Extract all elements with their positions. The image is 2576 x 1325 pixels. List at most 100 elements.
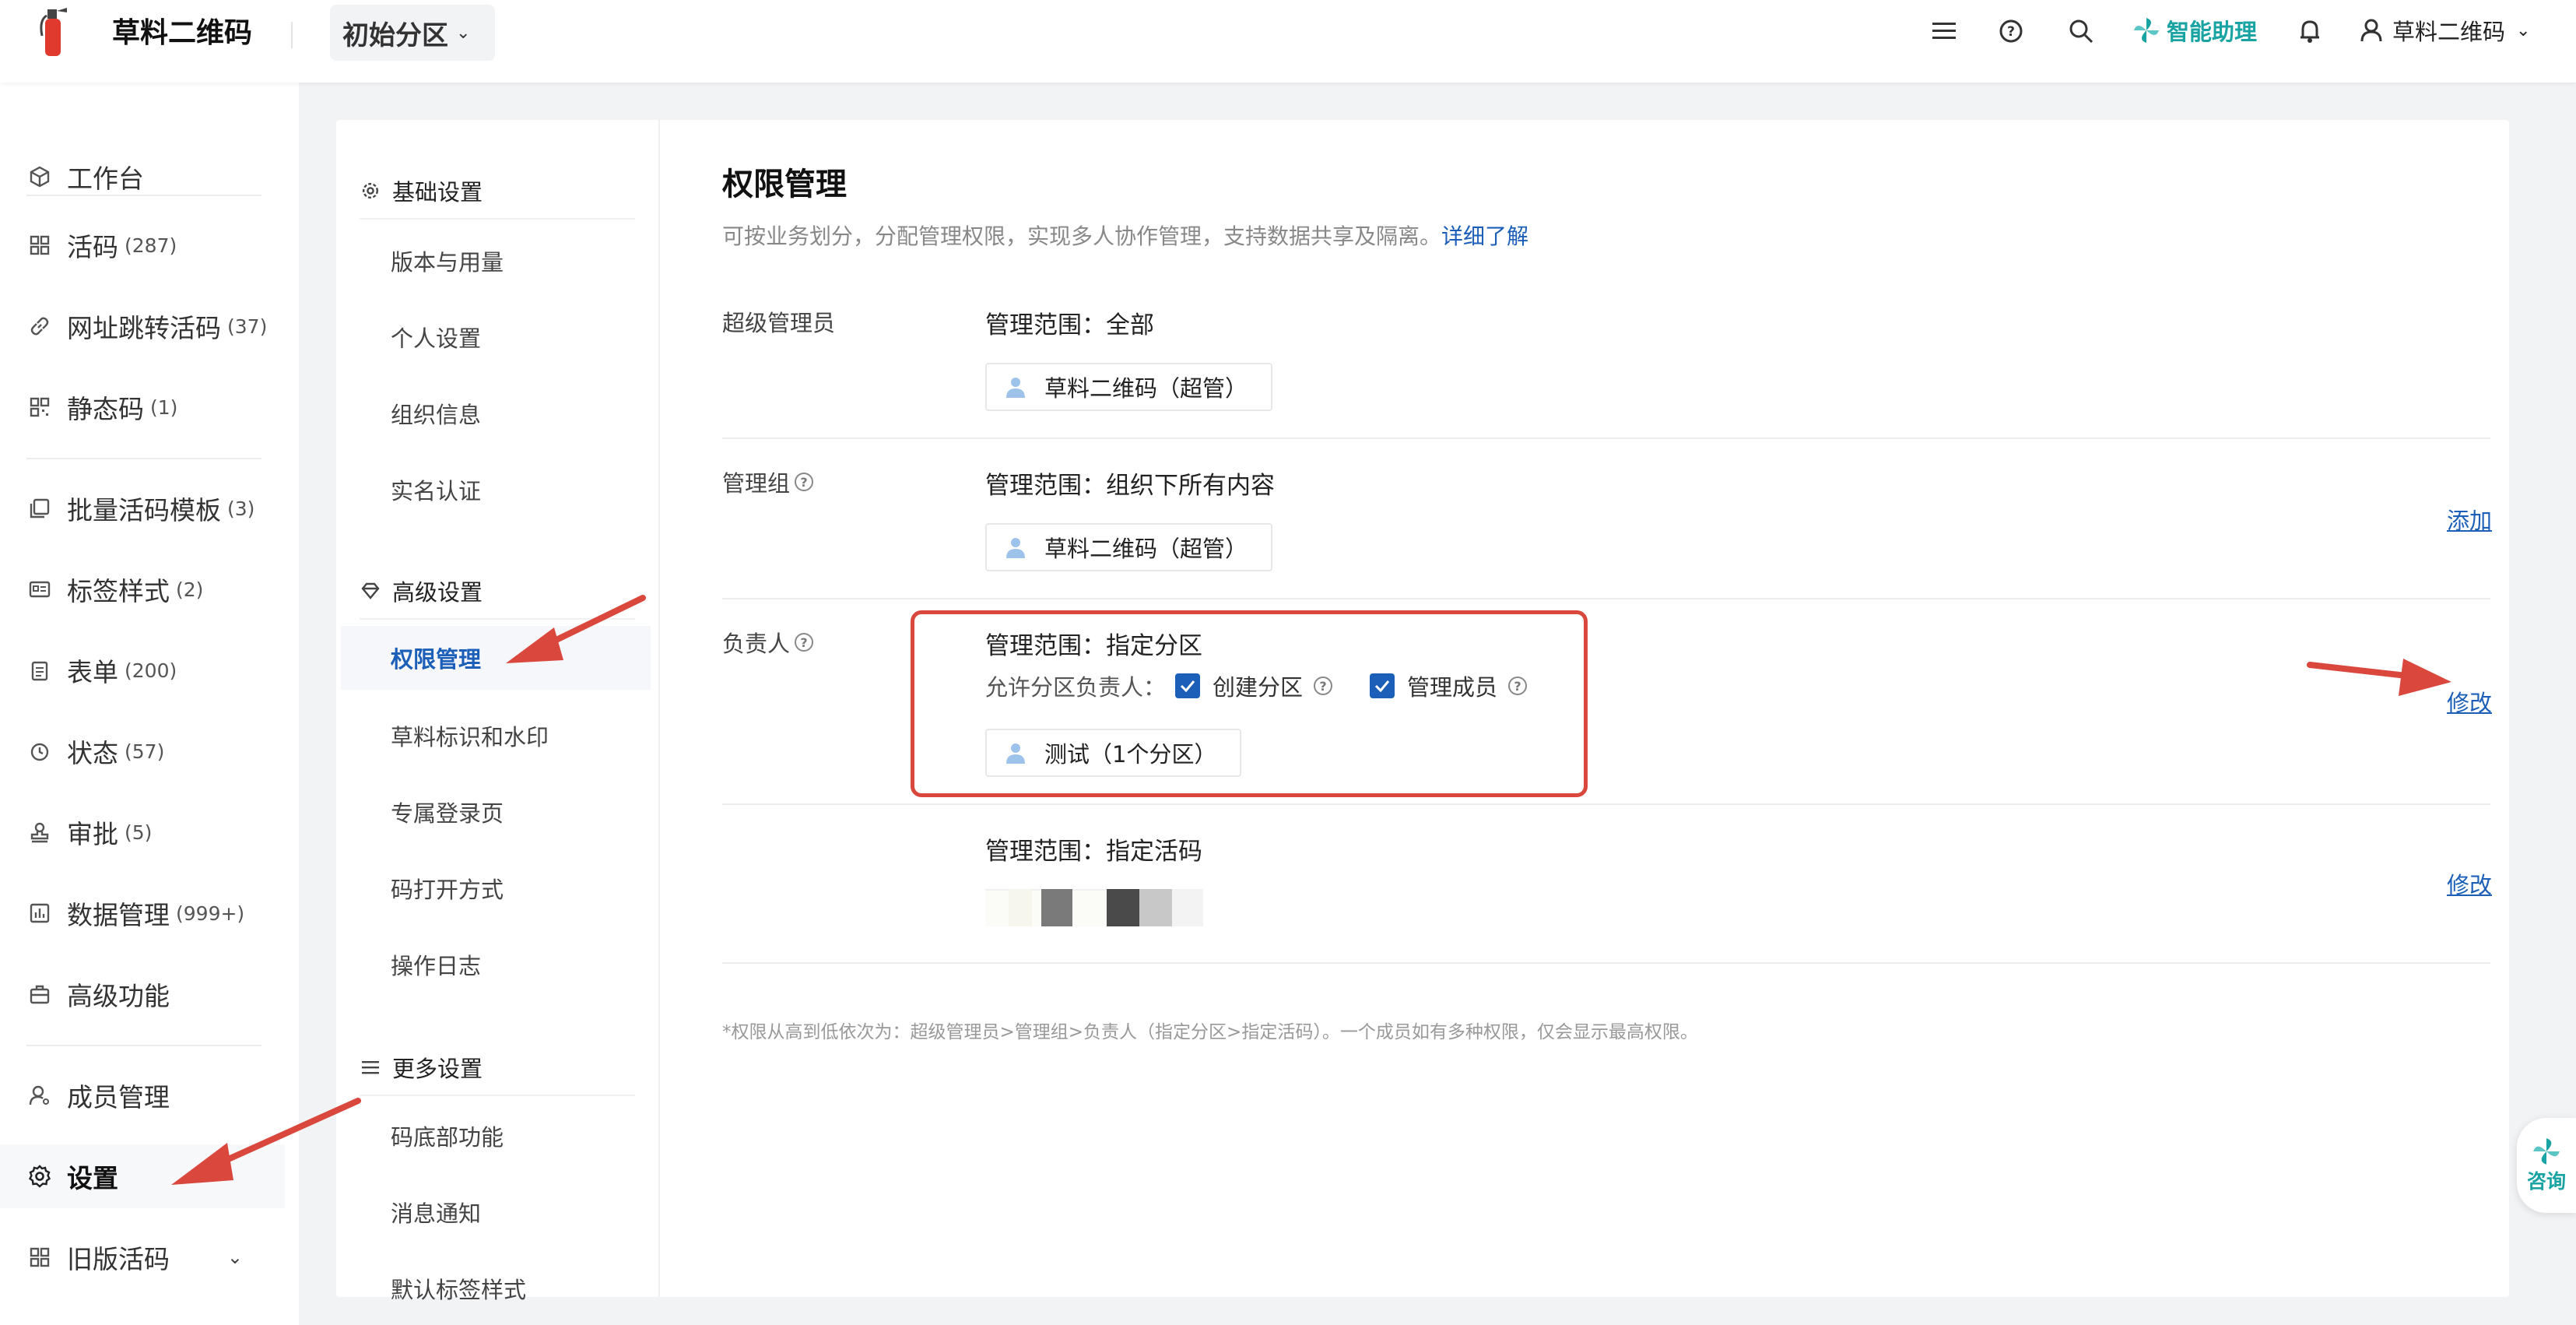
- user-avatar-icon: [1006, 743, 1025, 764]
- blurred-member-chip[interactable]: [985, 889, 1203, 928]
- fire-extinguisher-logo-icon[interactable]: [36, 5, 70, 59]
- chevron-down-icon: ⌄: [226, 1246, 243, 1268]
- subnav-divider: [360, 1095, 635, 1096]
- help-icon[interactable]: ?: [1314, 677, 1333, 695]
- subnav-group-more: 更多设置: [360, 1051, 483, 1084]
- sidebar-item-approval[interactable]: 审批 (5): [0, 800, 285, 864]
- list-icon: [360, 1056, 381, 1078]
- subnav-divider: [360, 218, 635, 220]
- member-icon: [26, 1082, 53, 1109]
- subnav-item-default-label[interactable]: 默认标签样式: [391, 1272, 526, 1305]
- row-separator: [722, 962, 2490, 964]
- pinwheel-icon: [2134, 18, 2159, 43]
- sidebar-item-status[interactable]: 状态 (57): [0, 719, 285, 783]
- svg-text:?: ?: [2007, 24, 2015, 40]
- member-chip[interactable]: 草料二维码（超管）: [985, 523, 1273, 571]
- permission-footnote: *权限从高到低依次为：超级管理员>管理组>负责人（指定分区>指定活码）。一个成员…: [722, 1022, 1698, 1042]
- menu-icon[interactable]: [1928, 16, 1960, 47]
- sidebar-item-label-style[interactable]: 标签样式 (2): [0, 557, 285, 621]
- grid-icon: [26, 1244, 53, 1271]
- subnav-item-org[interactable]: 组织信息: [391, 397, 481, 430]
- user-menu[interactable]: 草料二维码 ⌄: [2360, 14, 2530, 47]
- create-partition-label: 创建分区: [1213, 674, 1304, 701]
- owner-permissions: 允许分区负责人： 创建分区 ? 管理成员 ?: [985, 670, 1555, 702]
- qr-icon: [26, 394, 53, 420]
- smart-assistant-button[interactable]: 智能助理: [2132, 14, 2257, 47]
- help-icon[interactable]: ?: [1995, 16, 2027, 47]
- sidebar-item-legacy-code[interactable]: 旧版活码 ⌄: [0, 1225, 285, 1289]
- status-icon: [26, 738, 53, 764]
- subnav-item-personal[interactable]: 个人设置: [391, 321, 481, 353]
- scope-super-admin: 管理范围：全部: [985, 311, 1154, 339]
- row-separator: [722, 598, 2490, 599]
- help-icon[interactable]: ?: [795, 633, 814, 652]
- partition-selector[interactable]: 初始分区 ⌄: [330, 5, 495, 61]
- layers-icon: [26, 495, 53, 522]
- settings-card: 基础设置 版本与用量 个人设置 组织信息 实名认证 高级设置 权限管理 草料标识…: [336, 120, 2509, 1303]
- role-label-admin-group: 管理组?: [722, 466, 814, 498]
- brand-divider: [291, 22, 293, 48]
- pinwheel-icon: [2533, 1138, 2560, 1165]
- edit-code-owner-link[interactable]: 修改: [2447, 867, 2492, 900]
- row-separator: [722, 438, 2490, 439]
- search-icon[interactable]: [2065, 16, 2097, 47]
- sidebar-item-live-code[interactable]: 活码 (287): [0, 213, 285, 277]
- page-title: 权限管理: [722, 167, 847, 202]
- sidebar-item-batch-template[interactable]: 批量活码模板 (3): [0, 476, 285, 540]
- manage-members-label: 管理成员: [1407, 674, 1498, 701]
- sidebar-divider: [26, 458, 261, 459]
- annotation-arrow-icon: [2307, 659, 2451, 696]
- cube-icon: [26, 163, 53, 190]
- subnav-item-verification[interactable]: 实名认证: [391, 473, 481, 506]
- subnav-group-basic: 基础设置: [360, 174, 483, 207]
- gear-icon: [360, 180, 381, 202]
- sidebar-item-static-code[interactable]: 静态码 (1): [0, 375, 285, 439]
- sidebar-item-form[interactable]: 表单 (200): [0, 638, 285, 702]
- grid-icon: [26, 232, 53, 258]
- scope-owner: 管理范围：指定分区: [985, 632, 1202, 660]
- consult-button[interactable]: 咨询: [2517, 1118, 2576, 1213]
- create-partition-checkbox[interactable]: [1175, 673, 1201, 698]
- chart-icon: [26, 900, 53, 926]
- brand-name[interactable]: 草料二维码: [112, 16, 252, 51]
- annotation-arrow-icon: [506, 595, 646, 663]
- subnav-item-code-footer[interactable]: 码底部功能: [391, 1119, 504, 1152]
- partition-label: 初始分区: [342, 19, 448, 51]
- sidebar-item-url-live-code[interactable]: 网址跳转活码 (37): [0, 294, 285, 358]
- manage-members-checkbox[interactable]: [1370, 673, 1395, 698]
- row-separator: [722, 803, 2490, 805]
- stamp-icon: [26, 819, 53, 845]
- annotation-arrow-icon: [171, 1098, 361, 1185]
- subnav-item-version[interactable]: 版本与用量: [391, 244, 504, 277]
- top-bar: 草料二维码 初始分区 ⌄ ? 智能助理 草料二维码 ⌄: [0, 0, 2576, 83]
- role-label-owner: 负责人?: [722, 626, 814, 659]
- subnav-item-login-page[interactable]: 专属登录页: [391, 796, 504, 828]
- consult-label: 咨询: [2526, 1170, 2566, 1193]
- user-avatar-icon: [1006, 378, 1025, 398]
- help-icon[interactable]: ?: [795, 473, 814, 491]
- settings-subnav: 基础设置 版本与用量 个人设置 组织信息 实名认证 高级设置 权限管理 草料标识…: [336, 120, 660, 1303]
- subnav-item-open-mode[interactable]: 码打开方式: [391, 872, 504, 905]
- learn-more-link[interactable]: 详细了解: [1441, 223, 1528, 249]
- member-chip[interactable]: 草料二维码（超管）: [985, 363, 1273, 411]
- user-avatar-icon: [1006, 538, 1025, 558]
- briefcase-icon: [26, 981, 53, 1007]
- assistant-label: 智能助理: [2167, 19, 2258, 45]
- scope-admin-group: 管理范围：组织下所有内容: [985, 472, 1275, 500]
- subnav-item-watermark[interactable]: 草料标识和水印: [391, 719, 549, 752]
- sidebar-item-advanced[interactable]: 高级功能: [0, 962, 285, 1026]
- chevron-down-icon: ⌄: [2516, 20, 2531, 40]
- subnav-item-notifications[interactable]: 消息通知: [391, 1196, 481, 1228]
- sidebar-divider: [26, 1045, 261, 1046]
- add-admin-link[interactable]: 添加: [2447, 503, 2492, 536]
- gear-icon: [26, 1163, 53, 1190]
- user-icon: [2360, 19, 2382, 42]
- role-label-super-admin: 超级管理员: [722, 310, 836, 336]
- subnav-item-op-log[interactable]: 操作日志: [391, 948, 481, 981]
- member-chip[interactable]: 测试（1个分区）: [985, 729, 1242, 777]
- user-name: 草料二维码: [2392, 19, 2506, 45]
- sidebar-item-workbench[interactable]: 工作台: [0, 145, 285, 209]
- help-icon[interactable]: ?: [1508, 677, 1528, 695]
- bell-icon[interactable]: [2294, 16, 2325, 47]
- sidebar-item-data[interactable]: 数据管理 (999+): [0, 881, 285, 945]
